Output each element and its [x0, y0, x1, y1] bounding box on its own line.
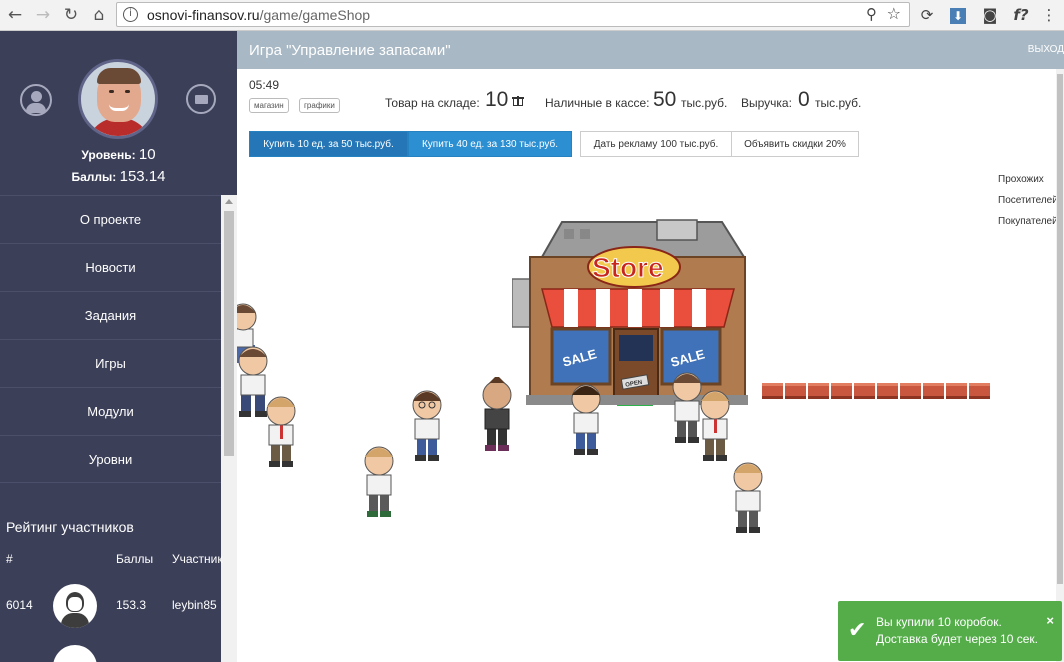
game-timer: 05:49	[249, 78, 280, 92]
customer-figure	[364, 446, 394, 517]
score-label: Баллы:	[71, 170, 117, 184]
buy-10-button[interactable]: Купить 10 ед. за 50 тыс.руб.	[249, 131, 408, 157]
profile-icon[interactable]	[20, 84, 52, 116]
close-icon[interactable]: ×	[1046, 613, 1054, 628]
sidebar-item-news[interactable]: Новости	[0, 243, 221, 291]
level-row: Уровень: 10	[0, 146, 237, 163]
buy-40-button[interactable]: Купить 40 ед. за 130 тыс.руб.	[408, 131, 572, 157]
legend-buyers: Покупателей	[998, 216, 1058, 227]
menu-icon[interactable]: ⋮	[1038, 4, 1060, 26]
customer-figure	[571, 384, 601, 455]
main-scrollbar[interactable]	[1056, 69, 1064, 662]
rating-avatar[interactable]	[53, 584, 97, 628]
exit-button[interactable]: ВЫХОД	[1028, 44, 1064, 55]
rating-row-score: 153.3	[116, 598, 147, 612]
revenue-label: Выручка:	[741, 96, 792, 110]
sidebar-item-levels[interactable]: Уровни	[0, 435, 221, 483]
ads-button[interactable]: Дать рекламу 100 тыс.руб.	[580, 131, 732, 157]
score-value: 153.14	[119, 168, 166, 185]
reload-icon[interactable]: ↻	[60, 4, 82, 26]
refresh-extension-icon[interactable]: ⟳	[916, 4, 938, 26]
rating-col-user: Участник	[172, 552, 223, 566]
avatar[interactable]	[78, 59, 158, 139]
stock-label: Товар на складе:	[385, 96, 480, 110]
bookmark-star-icon[interactable]: ☆	[887, 4, 901, 23]
legend-visitors: Посетителей	[998, 195, 1058, 206]
store-sign: Store	[592, 252, 664, 283]
level-value: 10	[138, 146, 156, 163]
game-panel: Игра "Управление запасами" ВЫХОД 05:49 м…	[237, 31, 1064, 662]
rating-col-score: Баллы	[116, 552, 154, 566]
url-text[interactable]: osnovi-finansov.ru/game/gameShop	[147, 7, 370, 23]
notification-toast: ✔ Вы купили 10 коробок. Доставка будет ч…	[838, 601, 1062, 661]
forward-icon[interactable]: →	[32, 4, 54, 26]
check-icon: ✔	[848, 618, 867, 643]
rating-row-num: 6014	[6, 598, 33, 612]
toast-line-1: Вы купили 10 коробок.	[876, 615, 1002, 629]
mail-icon[interactable]	[186, 84, 216, 114]
cash-label: Наличные в кассе:	[545, 96, 650, 110]
game-header: Игра "Управление запасами" ВЫХОД	[237, 31, 1064, 69]
sidebar-item-about[interactable]: О проекте	[0, 195, 221, 243]
cash-value: 50	[653, 88, 677, 111]
revenue-value: 0	[798, 88, 810, 111]
zoom-icon[interactable]: ⚲	[866, 5, 877, 23]
goods-crates	[762, 383, 990, 399]
sidebar-item-tasks[interactable]: Задания	[0, 291, 221, 339]
rating-title: Рейтинг участников	[6, 519, 134, 535]
back-icon[interactable]: ←	[4, 4, 26, 26]
customer-figure	[266, 396, 296, 467]
discount-button[interactable]: Объявить скидки 20%	[731, 131, 859, 157]
sidebar-item-modules[interactable]: Модули	[0, 387, 221, 435]
camera-extension-icon[interactable]: ◙	[979, 4, 1001, 26]
customer-figure	[482, 377, 512, 451]
sidebar-scrollbar[interactable]	[221, 195, 237, 662]
sidebar: Уровень: 10 Баллы: 153.14 О проекте Ново…	[0, 31, 237, 662]
sidebar-menu: О проекте Новости Задания Игры Модули Ур…	[0, 195, 221, 483]
customer-figure	[733, 462, 763, 533]
legend-passersby: Прохожих	[998, 174, 1044, 185]
toast-line-2: Доставка будет через 10 сек.	[876, 632, 1038, 646]
rating-row-user[interactable]: leybin85	[172, 598, 217, 612]
level-label: Уровень:	[81, 148, 136, 162]
customer-figure	[412, 390, 442, 461]
gift-icon	[512, 94, 524, 106]
sidebar-item-games[interactable]: Игры	[0, 339, 221, 387]
tag-charts[interactable]: графики	[299, 98, 340, 113]
rating-avatar[interactable]	[53, 645, 97, 662]
address-bar[interactable]: i osnovi-finansov.ru/game/gameShop ⚲ ☆	[116, 2, 910, 27]
home-icon[interactable]: ⌂	[88, 4, 110, 26]
font-extension-icon[interactable]: f?	[1010, 4, 1032, 26]
game-title: Игра "Управление запасами"	[249, 42, 451, 59]
stock-value: 10	[485, 88, 509, 111]
cash-unit: тыс.руб.	[681, 96, 728, 110]
revenue-unit: тыс.руб.	[815, 96, 862, 110]
browser-toolbar: ← → ↻ ⌂ i osnovi-finansov.ru/game/gameSh…	[0, 0, 1064, 31]
tag-shop[interactable]: магазин	[249, 98, 289, 113]
customer-figure	[700, 390, 730, 461]
rating-col-num: #	[6, 552, 13, 566]
download-extension-icon[interactable]: ⬇	[947, 4, 969, 26]
score-row: Баллы: 153.14	[0, 168, 237, 185]
info-icon[interactable]: i	[123, 7, 138, 22]
